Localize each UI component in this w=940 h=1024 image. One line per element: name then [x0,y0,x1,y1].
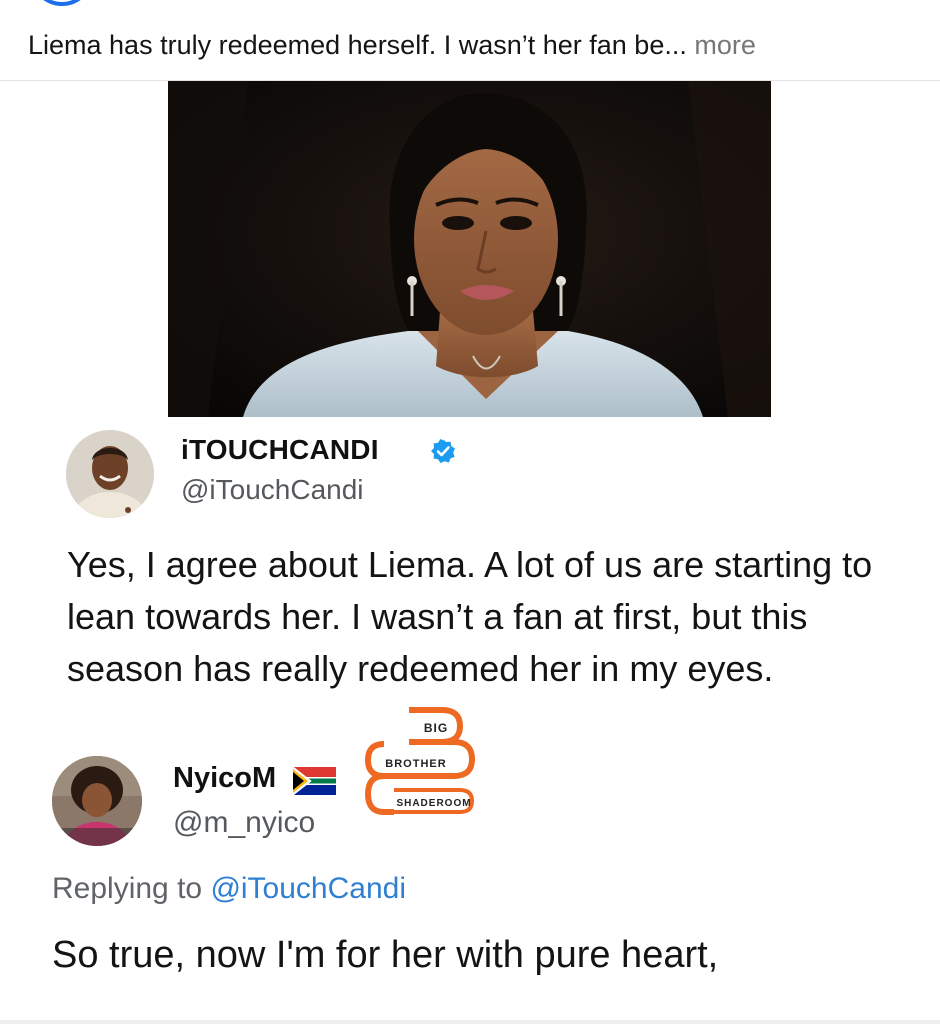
reply-author-avatar[interactable] [52,756,142,846]
replying-to-mention-link[interactable]: @iTouchCandi [210,872,406,905]
south-africa-flag-icon [292,766,336,796]
tweet-author-avatar[interactable] [66,430,154,518]
woman-avatar-image [52,756,142,846]
profile-avatar-ring[interactable] [30,0,94,6]
reply-body-text: So true, now I'm for her with pure heart… [52,934,719,976]
more-link[interactable]: more [694,30,756,60]
reply-handle[interactable]: @m_nyico [173,806,315,840]
logo-brother-text: BROTHER [385,758,446,770]
replying-to-prefix: Replying to [52,872,211,905]
tweet-handle[interactable]: @iTouchCandi [181,474,364,506]
logo-big-text: BIG [424,721,448,735]
bottom-divider [0,1020,940,1024]
portrait-image [168,81,771,417]
replying-to-line: Replying to @iTouchCandi [52,872,406,906]
caption-text: Liema has truly redeemed herself. I wasn… [28,30,687,60]
post-caption: Liema has truly redeemed herself. I wasn… [28,28,756,62]
reply-display-name[interactable]: NyicoM [173,762,276,795]
tweet-display-name[interactable]: iTOUCHCANDI [181,434,379,466]
logo-shaderoom-text: SHADEROOM [396,798,471,809]
post-photo[interactable] [168,81,771,417]
verified-badge-icon [430,438,456,464]
tweet-body-text: Yes, I agree about Liema. A lot of us ar… [67,544,873,689]
man-avatar-image [66,430,154,518]
big-brother-shaderoom-logo: BIG BROTHER SHADEROOM [364,702,514,828]
